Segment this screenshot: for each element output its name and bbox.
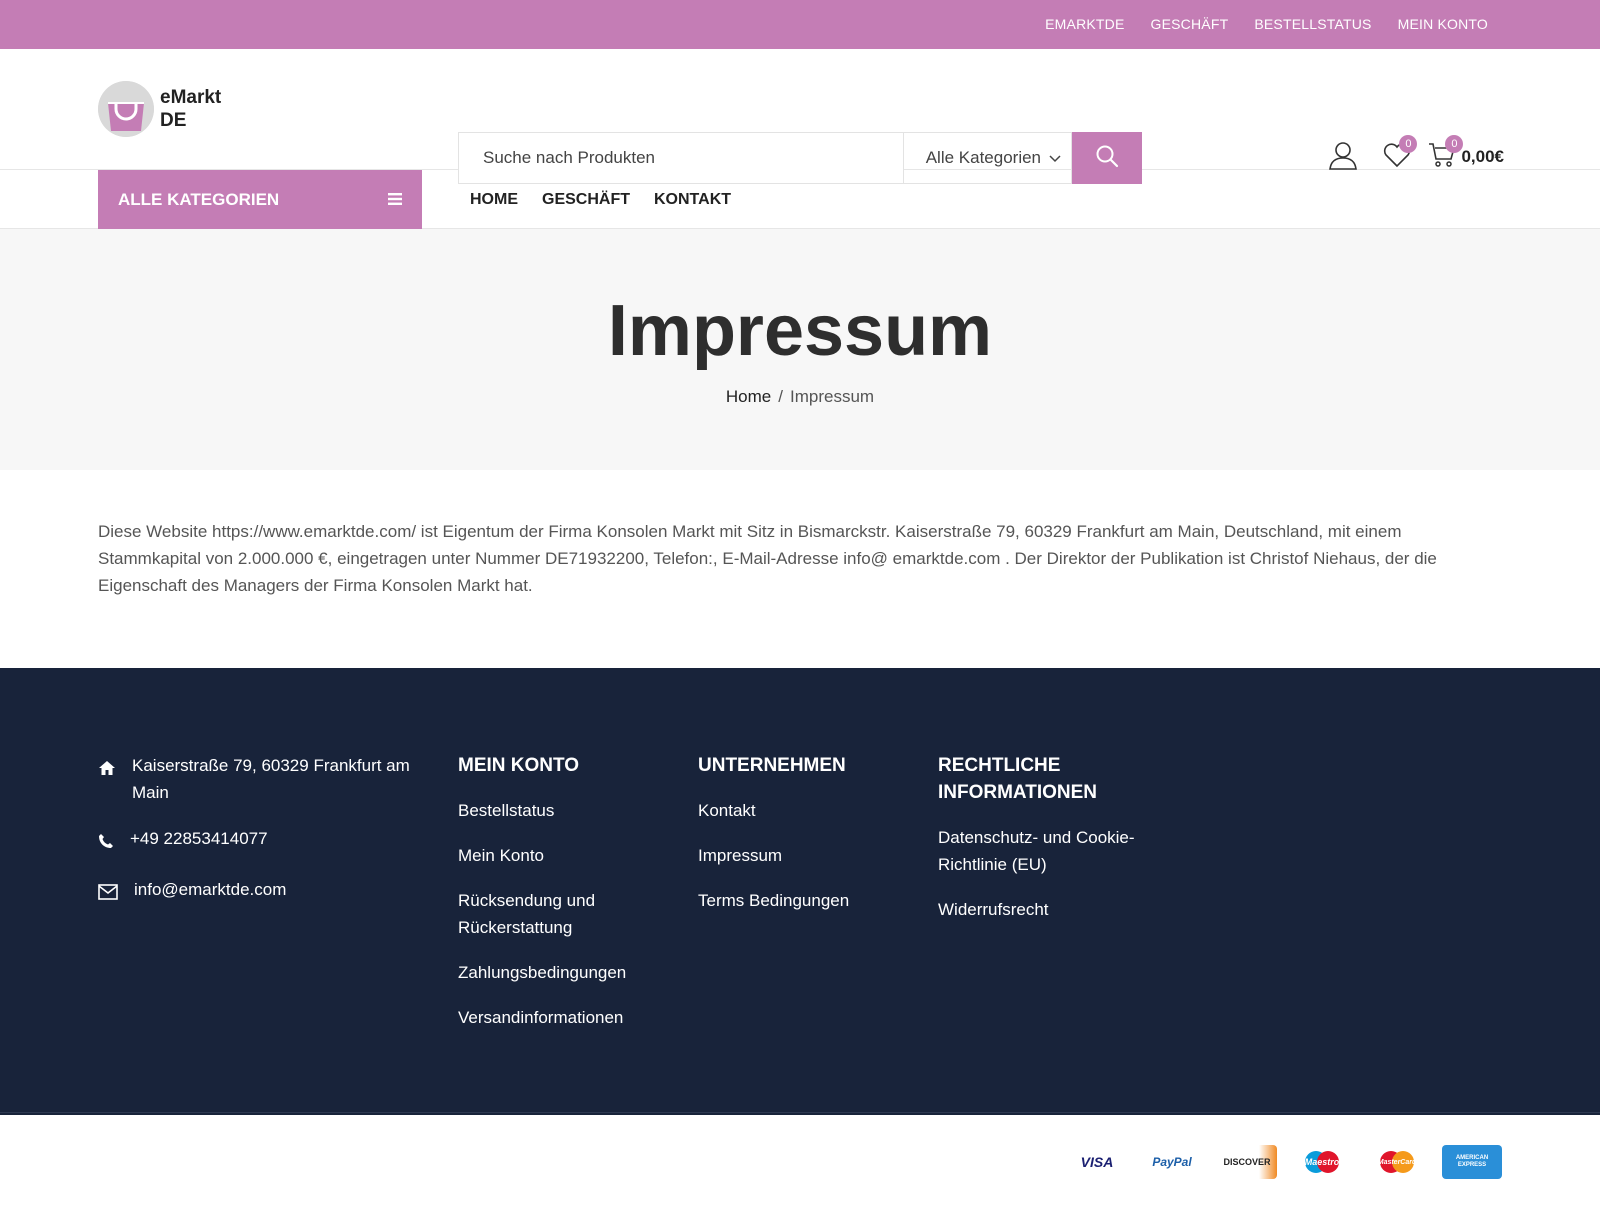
nav-home[interactable]: HOME (470, 191, 518, 209)
footer-col-unternehmen: UNTERNEHMEN Kontakt Impressum Terms Bedi… (698, 752, 898, 932)
footer-heading-rechtliches: RECHTLICHE INFORMATIONEN (938, 755, 1098, 803)
payment-methods: VISA PayPal DISCOVER Maestro MasterCard … (1067, 1145, 1502, 1179)
cart-total[interactable]: 0,00€ (1461, 147, 1504, 167)
main-menu: HOME GESCHÄFT KONTAKT (470, 170, 731, 229)
breadcrumb-current: Impressum (790, 387, 875, 406)
maestro-icon: Maestro (1292, 1145, 1352, 1179)
top-link-bestellstatus[interactable]: BESTELLSTATUS (1254, 16, 1371, 32)
chevron-down-icon (1049, 148, 1061, 168)
top-link-mein-konto[interactable]: MEIN KONTO (1398, 16, 1488, 32)
footer-link-kontakt[interactable]: Kontakt (698, 797, 898, 824)
mail-icon (98, 881, 118, 908)
shopping-bag-logo-icon (98, 81, 154, 137)
amex-icon: AMERICAN EXPRESS (1442, 1145, 1502, 1179)
mastercard-icon: MasterCard (1367, 1145, 1427, 1179)
nav-geschaeft[interactable]: GESCHÄFT (542, 191, 630, 209)
footer-link-bestellstatus[interactable]: Bestellstatus (458, 797, 658, 824)
top-bar: EMARKTDE GESCHÄFT BESTELLSTATUS MEIN KON… (0, 0, 1600, 49)
footer-contact: Kaiserstraße 79, 60329 Frankfurt am Main… (98, 752, 418, 927)
footer-email[interactable]: info@emarktde.com (98, 876, 418, 908)
phone-icon (98, 830, 116, 857)
nav-kontakt[interactable]: KONTAKT (654, 191, 731, 209)
page-hero: Impressum Home / Impressum (0, 229, 1600, 470)
footer-link-zahlungsbedingungen[interactable]: Zahlungsbedingungen (458, 959, 658, 986)
footer-link-datenschutz[interactable]: Datenschutz- und Cookie-Richtlinie (EU) (938, 824, 1138, 878)
footer: Kaiserstraße 79, 60329 Frankfurt am Main… (0, 668, 1600, 1115)
top-link-emarktde[interactable]: EMARKTDE (1045, 16, 1124, 32)
all-categories-label: ALLE KATEGORIEN (118, 189, 280, 209)
hamburger-icon (388, 190, 402, 210)
discover-icon: DISCOVER (1217, 1145, 1277, 1179)
all-categories-button[interactable]: ALLE KATEGORIEN (98, 170, 422, 229)
copyright: eMarktDE 2022. Alle Rechte vorbehalten. (98, 1148, 410, 1167)
page-content: Diese Website https://www.emarktde.com/ … (0, 470, 1600, 668)
paypal-icon: PayPal (1142, 1145, 1202, 1179)
footer-phone[interactable]: +49 22853414077 (98, 825, 418, 857)
footer-link-ruecksendung[interactable]: Rücksendung und Rückerstattung (458, 887, 608, 941)
footer-link-terms[interactable]: Terms Bedingungen (698, 887, 898, 914)
footer-link-mein-konto[interactable]: Mein Konto (458, 842, 658, 869)
page-title: Impressum (607, 291, 993, 371)
footer-heading-unternehmen: UNTERNEHMEN (698, 755, 846, 776)
search-icon (1095, 144, 1119, 173)
wishlist-count-badge: 0 (1399, 135, 1418, 153)
footer-col-mein-konto: MEIN KONTO Bestellstatus Mein Konto Rück… (458, 752, 658, 1049)
header: eMarkt DE Alle Kategorien 0 (0, 49, 1600, 184)
visa-icon: VISA (1067, 1145, 1127, 1179)
footer-link-versandinformationen[interactable]: Versandinformationen (458, 1004, 658, 1031)
footer-link-widerrufsrecht[interactable]: Widerrufsrecht (938, 896, 1148, 923)
impressum-text: Diese Website https://www.emarktde.com/ … (98, 522, 1437, 595)
footer-col-rechtliches: RECHTLICHE INFORMATIONEN Datenschutz- un… (938, 752, 1148, 941)
footer-divider (0, 1112, 1600, 1113)
footer-address: Kaiserstraße 79, 60329 Frankfurt am Main (98, 752, 418, 806)
main-navbar: ALLE KATEGORIEN HOME GESCHÄFT KONTAKT (0, 170, 1600, 229)
breadcrumb-home[interactable]: Home (726, 387, 771, 406)
footer-link-impressum[interactable]: Impressum (698, 842, 898, 869)
footer-heading-mein-konto: MEIN KONTO (458, 755, 580, 776)
home-icon (98, 757, 118, 784)
top-link-geschaeft[interactable]: GESCHÄFT (1151, 16, 1229, 32)
breadcrumb: Home / Impressum (0, 387, 1600, 407)
breadcrumb-separator: / (778, 387, 783, 406)
site-logo[interactable]: eMarkt DE (98, 81, 221, 137)
category-select-value: Alle Kategorien (925, 148, 1042, 167)
logo-text: eMarkt DE (160, 87, 222, 131)
top-links: EMARKTDE GESCHÄFT BESTELLSTATUS MEIN KON… (1045, 0, 1488, 49)
